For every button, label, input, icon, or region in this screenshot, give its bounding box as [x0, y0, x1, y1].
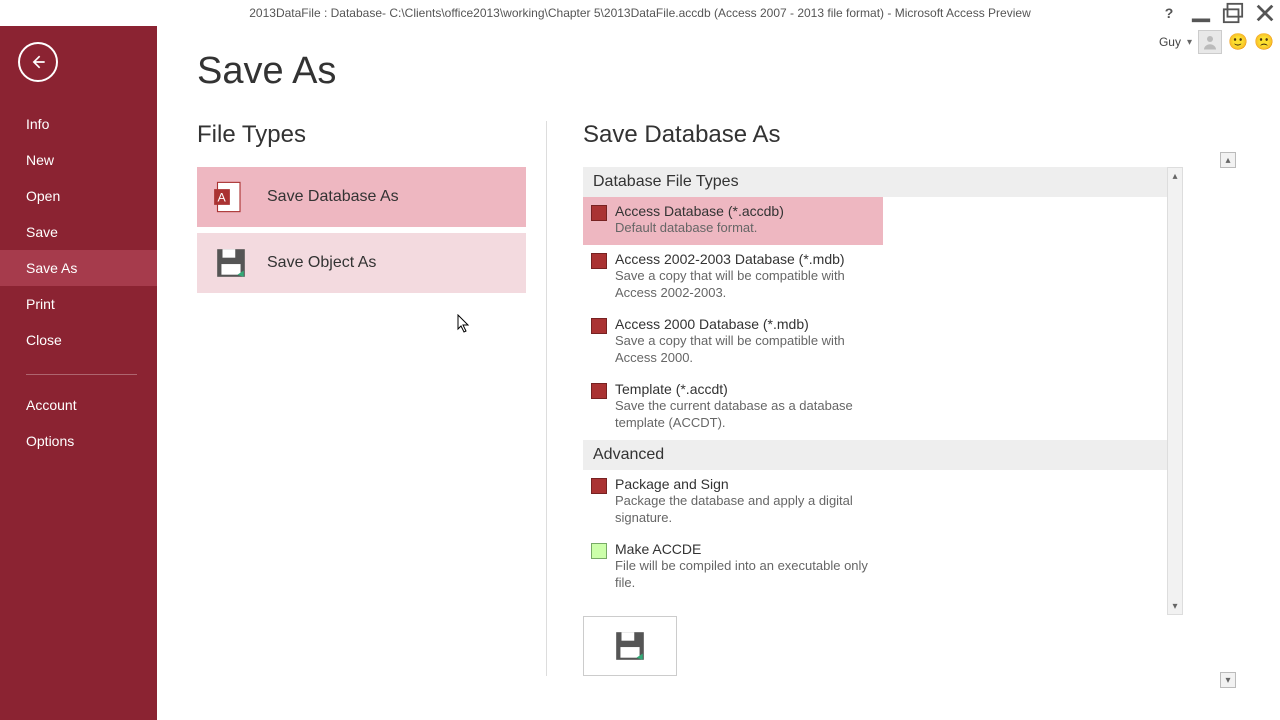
- option-access-2002-2003[interactable]: Access 2002-2003 Database (*.mdb) Save a…: [583, 245, 883, 310]
- main-panel: Save As File Types A Save Database As Sa…: [157, 26, 1280, 720]
- save-as-button[interactable]: [583, 616, 677, 676]
- save-database-as-column: Save Database As Database File Types Acc…: [547, 121, 1280, 676]
- sidebar-item-close[interactable]: Close: [0, 322, 157, 358]
- option-desc: File will be compiled into an executable…: [615, 557, 875, 592]
- sidebar-item-label: Close: [26, 332, 62, 348]
- option-desc: Package the database and apply a digital…: [615, 492, 875, 527]
- option-title: Package and Sign: [615, 476, 875, 492]
- sidebar-item-new[interactable]: New: [0, 142, 157, 178]
- option-access-2000[interactable]: Access 2000 Database (*.mdb) Save a copy…: [583, 310, 883, 375]
- tile-save-object-as[interactable]: Save Object As: [197, 233, 526, 293]
- save-database-as-heading: Save Database As: [583, 121, 1280, 149]
- sidebar-item-label: Info: [26, 116, 49, 132]
- titlebar: 2013DataFile : Database- C:\Clients\offi…: [0, 0, 1280, 26]
- inner-scrollbar[interactable]: ▴ ▾: [1167, 167, 1183, 615]
- close-icon[interactable]: [1254, 2, 1276, 24]
- scroll-down-icon[interactable]: ▾: [1168, 598, 1182, 614]
- option-title: Template (*.accdt): [615, 381, 875, 397]
- option-desc: Save a copy that will be compatible with…: [615, 332, 875, 367]
- sidebar-separator: [26, 374, 137, 375]
- restore-icon[interactable]: [1222, 2, 1244, 24]
- option-make-accde[interactable]: Make ACCDE File will be compiled into an…: [583, 535, 883, 600]
- option-template[interactable]: Template (*.accdt) Save the current data…: [583, 375, 883, 440]
- file-icon: [591, 543, 607, 559]
- option-desc: Default database format.: [615, 219, 875, 237]
- option-desc: Save the current database as a database …: [615, 397, 875, 432]
- sidebar-item-label: Save As: [26, 260, 77, 276]
- sidebar-item-options[interactable]: Options: [0, 423, 157, 459]
- sidebar-item-label: Open: [26, 188, 60, 204]
- sidebar-item-save-as[interactable]: Save As: [0, 250, 157, 286]
- sidebar-item-info[interactable]: Info: [0, 106, 157, 142]
- option-package-and-sign[interactable]: Package and Sign Package the database an…: [583, 470, 883, 535]
- sidebar-item-label: Options: [26, 433, 74, 449]
- scroll-up-icon[interactable]: ▴: [1220, 152, 1236, 168]
- tile-label: Save Database As: [267, 188, 399, 206]
- scroll-track[interactable]: [1220, 168, 1236, 672]
- sidebar-item-open[interactable]: Open: [0, 178, 157, 214]
- access-file-icon: A: [213, 179, 249, 215]
- option-title: Access Database (*.accdb): [615, 203, 875, 219]
- file-icon: [591, 318, 607, 334]
- minimize-icon[interactable]: [1190, 2, 1212, 24]
- option-title: Access 2002-2003 Database (*.mdb): [615, 251, 875, 267]
- option-access-database[interactable]: Access Database (*.accdb) Default databa…: [583, 197, 883, 245]
- option-desc: Save a copy that will be compatible with…: [615, 267, 875, 302]
- help-icon[interactable]: ?: [1158, 2, 1180, 24]
- option-title: Access 2000 Database (*.mdb): [615, 316, 875, 332]
- svg-text:A: A: [218, 191, 227, 205]
- page-title: Save As: [197, 50, 1280, 93]
- sidebar-item-label: Save: [26, 224, 58, 240]
- group-advanced: Advanced: [583, 440, 1183, 470]
- back-button[interactable]: [18, 42, 58, 82]
- sidebar-item-save[interactable]: Save: [0, 214, 157, 250]
- sidebar-item-account[interactable]: Account: [0, 387, 157, 423]
- floppy-icon: [213, 245, 249, 281]
- backstage-sidebar: Info New Open Save Save As Print Close A…: [0, 26, 157, 720]
- sidebar-item-label: Account: [26, 397, 77, 413]
- tile-save-database-as[interactable]: A Save Database As: [197, 167, 526, 227]
- window-title: 2013DataFile : Database- C:\Clients\offi…: [249, 6, 1030, 20]
- file-icon: [591, 253, 607, 269]
- scroll-up-icon[interactable]: ▴: [1168, 168, 1182, 184]
- file-icon: [591, 205, 607, 221]
- file-icon: [591, 383, 607, 399]
- group-database-file-types: Database File Types: [583, 167, 1183, 197]
- file-types-heading: File Types: [197, 121, 526, 149]
- window-controls: ?: [1158, 0, 1276, 26]
- scroll-down-icon[interactable]: ▾: [1220, 672, 1236, 688]
- outer-scrollbar[interactable]: ▴ ▾: [1220, 152, 1236, 688]
- file-icon: [591, 478, 607, 494]
- sidebar-item-label: Print: [26, 296, 55, 312]
- sidebar-item-print[interactable]: Print: [0, 286, 157, 322]
- tile-label: Save Object As: [267, 254, 376, 272]
- file-types-column: File Types A Save Database As Save Objec…: [197, 121, 547, 676]
- option-title: Make ACCDE: [615, 541, 875, 557]
- sidebar-item-label: New: [26, 152, 54, 168]
